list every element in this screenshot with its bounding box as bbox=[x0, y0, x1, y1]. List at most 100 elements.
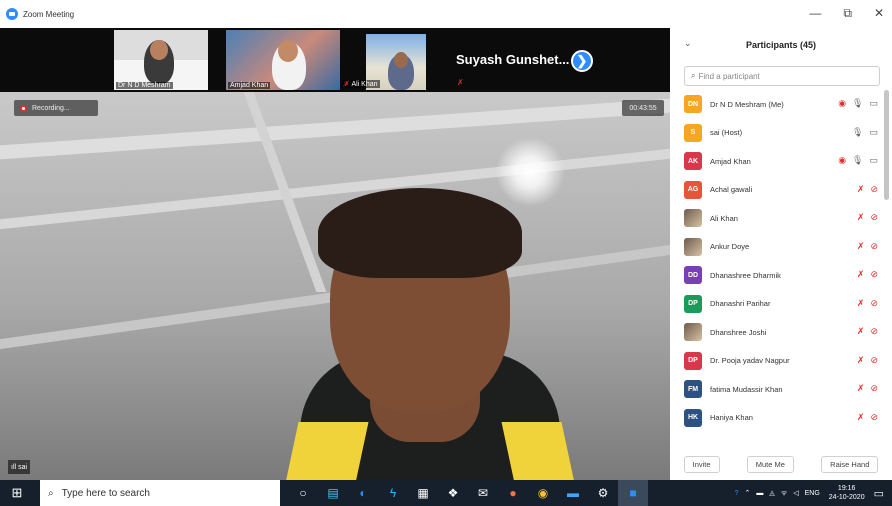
volume-icon[interactable]: ◁ bbox=[793, 489, 798, 497]
settings-gear-icon[interactable]: ⚙ bbox=[588, 480, 618, 506]
participant-avatar: FM bbox=[684, 380, 702, 399]
video-icon: ▭ bbox=[869, 155, 878, 165]
edge-icon[interactable]: ◐ bbox=[348, 480, 378, 506]
thumbnail-name: Amjad Khan bbox=[228, 82, 271, 89]
participant-row[interactable]: DD Dhanashree Dharmik ✗ ⊘ bbox=[670, 261, 884, 290]
participant-name: Haniya Khan bbox=[710, 413, 753, 423]
title-bar: Zoom Meeting bbox=[0, 0, 670, 28]
participant-list-scrollbar[interactable] bbox=[884, 90, 889, 200]
mail-icon[interactable]: ✉ bbox=[468, 480, 498, 506]
dropbox-icon[interactable]: ❖ bbox=[438, 480, 468, 506]
record-icon bbox=[20, 104, 27, 112]
taskbar-apps: ○ ▤ ◐ ϟ ▦ ❖ ✉ ● ◉ ▬ ⚙ ■ bbox=[288, 480, 648, 506]
video-off-icon: ⊘ bbox=[870, 212, 878, 222]
mute-me-button[interactable]: Mute Me bbox=[746, 455, 794, 473]
task-view-icon[interactable]: ○ bbox=[288, 480, 318, 506]
safety-vest bbox=[501, 422, 579, 480]
battery-icon[interactable]: ▬ bbox=[756, 490, 763, 497]
participant-avatar: DP bbox=[684, 351, 702, 370]
speaker-name-tag: ıll sai bbox=[8, 460, 31, 474]
muted-mic-icon: ✗ bbox=[856, 326, 865, 336]
video-off-icon: ⊘ bbox=[870, 411, 878, 422]
participant-search-input[interactable]: ⌕ Find a participant bbox=[684, 66, 880, 86]
participant-status-icons: 🎙︎ ▭ bbox=[852, 127, 878, 138]
participant-face bbox=[150, 40, 168, 60]
participant-avatar bbox=[684, 237, 702, 256]
participant-row[interactable]: DP Dr. Pooja yadav Nagpur ✗ ⊘ bbox=[670, 347, 884, 376]
notifications-icon[interactable]: ▭ bbox=[874, 487, 884, 500]
participant-row[interactable]: Ali Khan ✗ ⊘ bbox=[670, 204, 884, 233]
video-off-icon: ⊘ bbox=[870, 183, 878, 194]
wifi-icon[interactable]: ᯤ bbox=[781, 489, 787, 498]
participant-status-icons: ✗ ⊘ bbox=[857, 241, 878, 252]
participant-row[interactable]: AK Amjad Khan ◉ 🎙︎ ▭ bbox=[670, 147, 884, 176]
participant-status-icons: ✗ ⊘ bbox=[857, 326, 878, 337]
thumbnail-video-2[interactable]: Amjad Khan bbox=[226, 30, 340, 90]
show-hidden-icons-chevron-icon[interactable]: ⌃ bbox=[745, 489, 751, 497]
muted-mic-icon: ✗ bbox=[856, 354, 865, 365]
invite-button[interactable]: Invite bbox=[683, 455, 720, 473]
participant-name: Dr. Pooja yadav Nagpur bbox=[710, 356, 790, 366]
lightning-app-icon[interactable]: ϟ bbox=[378, 480, 408, 506]
participant-avatar: S bbox=[684, 123, 702, 142]
input-language[interactable]: ENG bbox=[805, 490, 820, 497]
meeting-timer: 00:43:55 bbox=[622, 100, 664, 116]
raise-hand-button[interactable]: Raise Hand bbox=[821, 455, 879, 473]
participant-status-icons: ◉ 🎙︎ ▭ bbox=[838, 155, 878, 166]
participants-header: ⌄ Participants (45) bbox=[670, 36, 892, 54]
participant-status-icons: ✗ ⊘ bbox=[857, 269, 878, 280]
zoom-app-icon[interactable]: ■ bbox=[618, 480, 648, 506]
recording-indicator[interactable]: Recording... bbox=[14, 100, 98, 116]
word-icon[interactable]: ▬ bbox=[558, 480, 588, 506]
recording-icon: ◉ bbox=[838, 98, 847, 108]
safety-vest bbox=[281, 422, 369, 480]
participant-status-icons: ✗ ⊘ bbox=[857, 212, 878, 223]
muted-mic-icon: ✗ bbox=[856, 383, 865, 393]
window-title: Zoom Meeting bbox=[23, 9, 75, 19]
thumbnail-name: ✗ Ali Khan bbox=[342, 80, 380, 88]
store-icon[interactable]: ▦ bbox=[408, 480, 438, 506]
mic-icon: 🎙︎ bbox=[852, 126, 864, 137]
participant-status-icons: ✗ ⊘ bbox=[857, 355, 878, 366]
participant-row[interactable]: DN Dr N D Meshram (Me) ◉ 🎙︎ ▭ bbox=[670, 90, 884, 119]
participant-name: Ankur Doye bbox=[710, 242, 750, 252]
participant-name: Ali Khan bbox=[710, 213, 738, 223]
zoom-logo-icon bbox=[6, 8, 18, 20]
recording-icon: ◉ bbox=[838, 155, 847, 165]
participant-name: fatima Mudassir Khan bbox=[710, 384, 783, 394]
video-off-icon: ⊘ bbox=[870, 297, 878, 308]
participants-title: Participants (45) bbox=[745, 40, 817, 50]
taskbar-search-input[interactable]: ⌕ Type here to search bbox=[40, 480, 280, 506]
muted-mic-icon: ✗ bbox=[457, 78, 464, 87]
minimize-button[interactable]: — bbox=[809, 6, 821, 21]
participant-row[interactable]: DP Dhanashri Parihar ✗ ⊘ bbox=[670, 290, 884, 319]
close-button[interactable]: ✕ bbox=[874, 6, 884, 21]
muted-mic-icon: ✗ bbox=[856, 269, 865, 279]
chrome-icon[interactable]: ◉ bbox=[528, 480, 558, 506]
taskbar-clock[interactable]: 19:16 24-10-2020 bbox=[829, 484, 865, 502]
participant-avatar: DD bbox=[684, 266, 702, 285]
collapse-chevron-icon[interactable]: ⌄ bbox=[684, 38, 692, 49]
participant-row[interactable]: FM fatima Mudassir Khan ✗ ⊘ bbox=[670, 375, 884, 404]
thumbnail-video-1[interactable]: Dr N D Meshram bbox=[114, 30, 208, 90]
file-explorer-icon[interactable]: ▤ bbox=[318, 480, 348, 506]
search-icon: ⌕ bbox=[691, 71, 696, 80]
windows-taskbar: ⊞ ⌕ Type here to search ○ ▤ ◐ ϟ ▦ ❖ ✉ ● … bbox=[0, 480, 892, 506]
speaker-hair bbox=[318, 188, 522, 278]
signal-bars-icon: ıll bbox=[11, 463, 17, 471]
panel-actions: Invite Mute Me Raise Hand bbox=[670, 452, 892, 476]
participant-row[interactable]: Ankur Doye ✗ ⊘ bbox=[670, 233, 884, 262]
participant-row[interactable]: Ssai (Host) 🎙︎ ▭ bbox=[670, 119, 884, 148]
windows-start-icon[interactable]: ⊞ bbox=[0, 480, 34, 506]
participant-row[interactable]: HK Haniya Khan ✗ ⊘ bbox=[670, 404, 884, 433]
participant-status-icons: ✗ ⊘ bbox=[857, 298, 878, 309]
participant-row[interactable]: Dhanshree Joshi ✗ ⊘ bbox=[670, 318, 884, 347]
network-icon[interactable]: ◬ bbox=[769, 489, 774, 497]
firefox-icon[interactable]: ● bbox=[498, 480, 528, 506]
participant-face bbox=[278, 40, 298, 62]
thumbnail-strip: Dr N D Meshram Amjad Khan ✗ ✗ Ali Khan S… bbox=[0, 28, 670, 92]
participant-row[interactable]: AG Achal gawali ✗ ⊘ bbox=[670, 176, 884, 205]
restore-button[interactable]: ⧉ bbox=[843, 6, 852, 21]
next-page-button[interactable]: ❯ bbox=[571, 50, 593, 72]
help-icon[interactable]: ? bbox=[735, 490, 739, 497]
